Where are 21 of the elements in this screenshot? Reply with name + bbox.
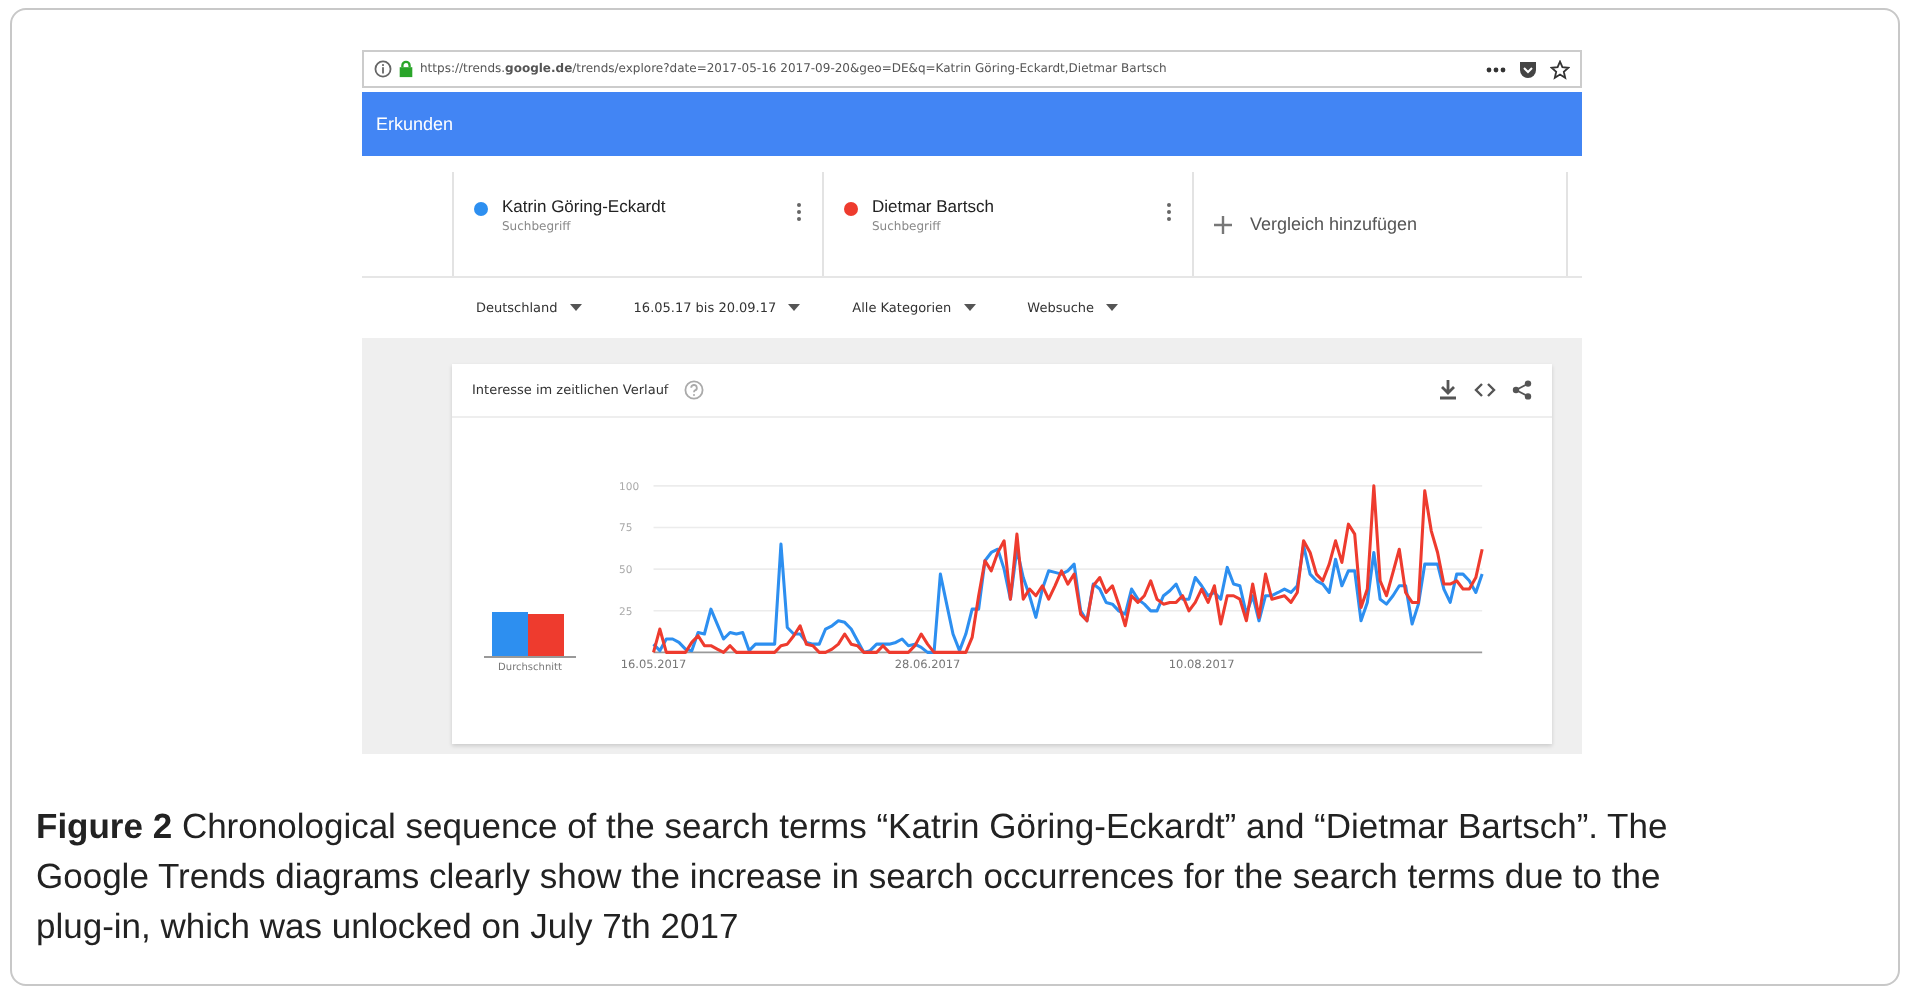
add-comparison-button[interactable]: Vergleich hinzufügen [1192,172,1568,276]
lock-icon [398,60,414,78]
embed-code-icon[interactable] [1474,382,1496,398]
download-icon[interactable] [1438,380,1458,400]
figure-caption: Figure 2 Chronological sequence of the search terms “Katrin Göring-Eckardt” and “Dietmar Bartsch”. The Google Trends diagrams clearly show the increase in search occurrences for the search terms due to the plug-in, which was unlocked on July 7th 2017 [36,804,1670,950]
term-name: Katrin Göring-Eckardt [502,196,668,216]
term-name: Dietmar Bartsch [872,196,996,216]
caret-icon [963,304,976,312]
more-icon[interactable] [1166,202,1172,222]
more-icon[interactable] [796,202,802,222]
caret-icon [569,304,582,312]
more-icon[interactable] [1486,65,1506,73]
caret-icon [1106,304,1119,312]
page-title: Erkunden [376,114,454,134]
average-bars-drawing [484,610,576,658]
plus-icon [1214,215,1232,233]
shield-icon[interactable] [1518,59,1538,79]
share-icon[interactable] [1512,380,1532,400]
star-icon[interactable] [1550,59,1570,79]
info-icon [374,60,392,78]
caret-icon [788,304,801,312]
